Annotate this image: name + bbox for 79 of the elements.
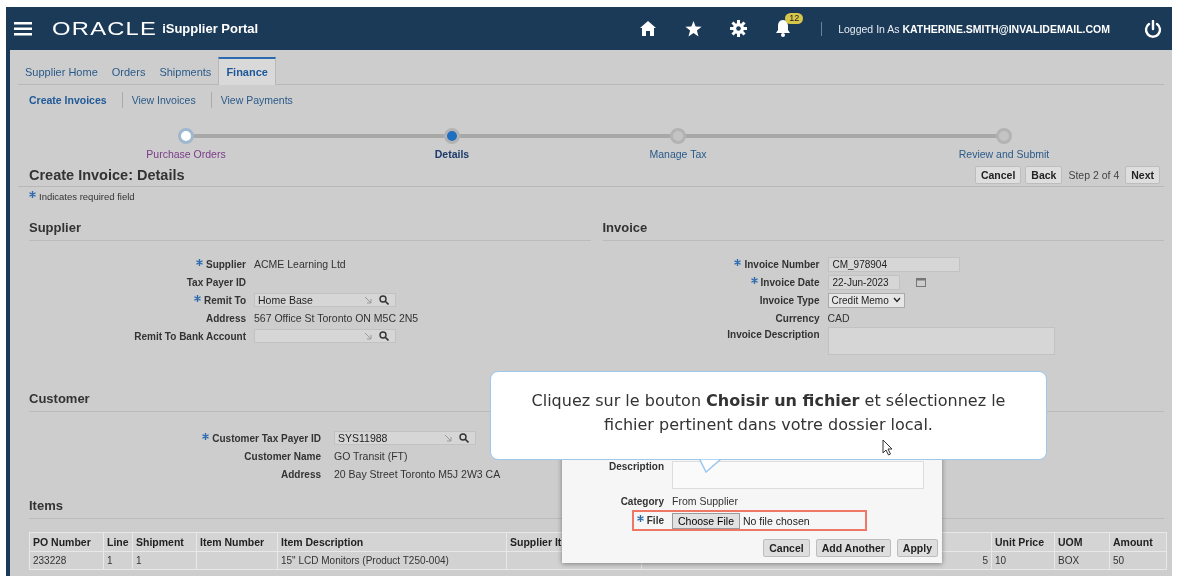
field-label: Invoice Number	[744, 258, 820, 270]
field-label: Address	[206, 312, 246, 324]
step-label[interactable]: Purchase Orders	[146, 148, 226, 160]
nav-tab[interactable]: Supplier Home	[18, 60, 105, 84]
lookup-field[interactable]: Home Base	[254, 293, 396, 307]
required-note: Indicates required field	[39, 191, 135, 202]
home-icon[interactable]	[639, 20, 658, 37]
power-icon[interactable]	[1144, 19, 1162, 38]
field-label: Invoice Type	[759, 294, 820, 306]
search-icon[interactable]	[379, 295, 389, 305]
cursor-icon	[882, 439, 894, 456]
choose-file-button[interactable]: Choose File	[672, 512, 741, 529]
calendar-icon[interactable]	[915, 277, 926, 287]
input-field[interactable]: CM_978904	[827, 256, 960, 272]
section-title: Supplier	[29, 220, 81, 235]
page-title: Create Invoice: Details	[29, 167, 185, 183]
sub-tab[interactable]: View Payments	[220, 94, 293, 106]
field-value: 20 Bay Street Toronto M5J 2W3 CA	[334, 468, 501, 480]
sub-tab[interactable]: Create Invoices	[29, 94, 107, 106]
select-field[interactable]: Credit Memo	[827, 292, 905, 308]
search-icon[interactable]	[459, 433, 469, 443]
field-label: File	[646, 515, 664, 526]
field-value: ACME Learning Ltd	[254, 258, 346, 270]
column-header: UOM	[1054, 532, 1110, 552]
settings-icon[interactable]	[730, 20, 748, 37]
file-status: No file chosen	[743, 514, 810, 527]
field-value: 567 Office St Toronto ON M5C 2N5	[254, 312, 419, 324]
column-header: Line	[103, 532, 133, 552]
chevron-icon	[892, 297, 901, 303]
field-value: CAD	[827, 312, 850, 324]
dialog-button[interactable]: Apply	[896, 539, 938, 557]
field-label: Invoice Date	[760, 276, 820, 288]
field-label: Tax Payer ID	[186, 276, 246, 288]
app-name: iSupplier Portal	[162, 21, 259, 36]
menu-icon[interactable]	[14, 21, 32, 36]
notification-badge: 12	[785, 12, 804, 24]
action-button[interactable]: Cancel	[974, 166, 1022, 184]
star-icon[interactable]	[685, 20, 703, 37]
column-header: Item Number	[196, 532, 278, 552]
field-label: Customer Name	[244, 450, 321, 462]
step-label[interactable]: Details	[434, 148, 470, 160]
search-icon[interactable]	[379, 331, 389, 341]
nav-tab[interactable]: Finance	[218, 57, 276, 85]
field-label: Description	[609, 461, 664, 472]
field-value: From Supplier	[672, 495, 738, 507]
step-counter: Step 2 of 4	[1068, 169, 1120, 181]
lookup-field[interactable]	[254, 329, 396, 343]
field-label: Currency	[775, 312, 820, 324]
logged-in-user: Logged In As KATHERINE.SMITH@INVALIDEMAIL.COM	[838, 22, 1110, 35]
column-header: Item Description	[277, 532, 507, 552]
field-label: Invoice Description	[727, 329, 820, 340]
field-label: Address	[281, 468, 321, 480]
field-label: Category	[620, 495, 664, 507]
lookup-field[interactable]: SYS11988	[334, 431, 476, 445]
column-header: Amount	[1109, 532, 1167, 552]
nav-tab[interactable]: Shipments	[152, 60, 219, 84]
action-button[interactable]: Next	[1125, 166, 1160, 184]
section-title: Items	[29, 498, 63, 513]
dialog-button[interactable]: Add Another	[815, 539, 891, 557]
column-header: Unit Price	[991, 532, 1055, 552]
field-label: Remit To	[203, 294, 246, 306]
field-label: Customer Tax Payer ID	[212, 432, 321, 444]
column-header: Shipment	[132, 532, 197, 552]
field-label: Supplier	[206, 258, 246, 270]
section-title: Invoice	[602, 220, 648, 235]
field-value: GO Transit (FT)	[334, 450, 408, 462]
column-header: PO Number	[29, 532, 104, 552]
instruction-text: Cliquez sur le bouton Choisir un fichier et sélectionnez le fichier pertinent dans votre dossier local.	[530, 389, 1007, 436]
required-icon	[29, 191, 36, 198]
step-label[interactable]: Manage Tax	[649, 148, 707, 160]
nav-tab[interactable]: Orders	[104, 60, 153, 84]
sub-tab[interactable]: View Invoices	[131, 94, 196, 106]
date-field[interactable]: 22-Jun-2023	[827, 274, 900, 290]
action-button[interactable]: Back	[1025, 166, 1063, 184]
field-label: Remit To Bank Account	[134, 330, 246, 342]
step-label[interactable]: Review and Submit	[958, 148, 1050, 160]
bell-icon[interactable]	[775, 18, 792, 37]
dialog-button[interactable]: Cancel	[763, 539, 810, 557]
section-title: Customer	[29, 391, 90, 406]
